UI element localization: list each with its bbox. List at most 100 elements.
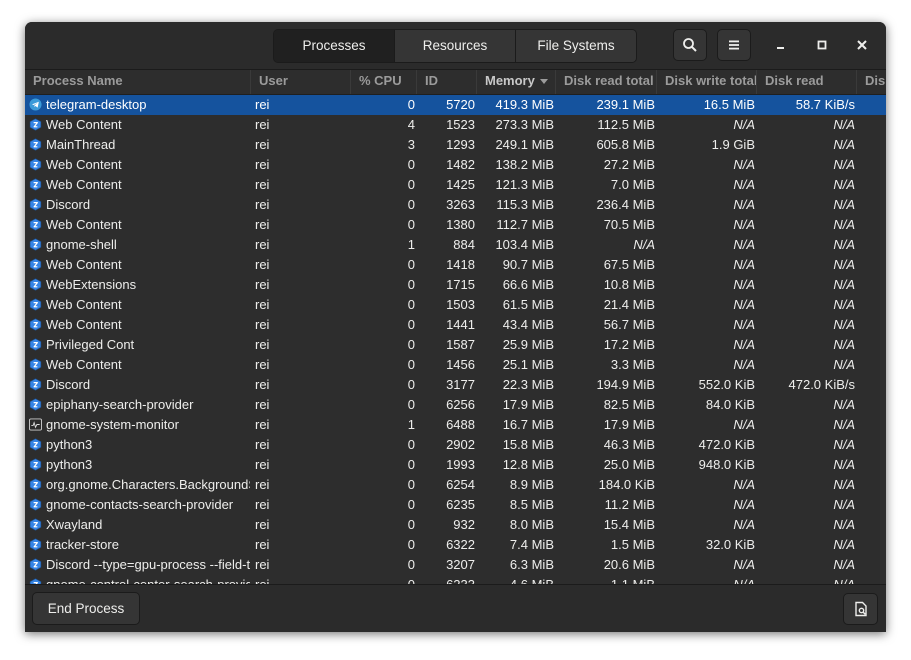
cell-id: 6256	[446, 397, 475, 412]
cell-disk-read: N/A	[833, 237, 855, 252]
cell-id: 2902	[446, 437, 475, 452]
close-button[interactable]	[852, 35, 872, 55]
table-row[interactable]: Discord rei 0 3263 115.3 MiB 236.4 MiB N/A N/A	[25, 195, 886, 215]
minimize-icon	[777, 47, 784, 49]
column-header-id[interactable]: ID	[417, 70, 477, 94]
table-row[interactable]: Xwayland rei 0 932 8.0 MiB 15.4 MiB N/A N/A	[25, 515, 886, 535]
maximize-button[interactable]	[812, 35, 832, 55]
end-process-button[interactable]: End Process	[32, 592, 140, 625]
table-row[interactable]: Discord --type=gpu-process --field-trial…	[25, 555, 886, 575]
cell-memory: 25.9 MiB	[502, 337, 554, 352]
table-row[interactable]: org.gnome.Characters.BackgroundService re…	[25, 475, 886, 495]
maximize-icon	[817, 40, 827, 50]
cell-memory: 61.5 MiB	[502, 297, 554, 312]
column-header-disk-read[interactable]: Disk read	[757, 70, 857, 94]
generic-app-icon	[29, 497, 46, 512]
table-row[interactable]: tracker-store rei 0 6322 7.4 MiB 1.5 MiB 32.0 …	[25, 535, 886, 555]
cell-disk-read-total: N/A	[633, 237, 655, 252]
cell-cpu: 0	[407, 257, 415, 272]
process-name-text: WebExtensions	[46, 277, 137, 292]
table-row[interactable]: Web Content rei 0 1503 61.5 MiB 21.4 MiB N/A N/…	[25, 295, 886, 315]
tab-file-systems[interactable]: File Systems	[516, 30, 636, 62]
cell-process-name: org.gnome.Characters.BackgroundService	[25, 475, 250, 495]
table-row[interactable]: Web Content rei 0 1482 138.2 MiB 27.2 MiB N/A N…	[25, 155, 886, 175]
cell-disk-read: N/A	[833, 437, 855, 452]
cell-user: rei	[255, 277, 270, 292]
process-name-text: Web Content	[46, 357, 122, 372]
cell-disk-write-total: N/A	[733, 177, 755, 192]
sort-descending-icon	[539, 79, 548, 85]
header-bar: Processes Resources File Systems	[25, 22, 886, 70]
table-row[interactable]: Web Content rei 0 1418 90.7 MiB 67.5 MiB N/A N/…	[25, 255, 886, 275]
table-row[interactable]: gnome-control-center-search-providerrei0…	[25, 575, 886, 584]
table-row[interactable]: Web Content rei 0 1441 43.4 MiB 56.7 MiB N/A N/…	[25, 315, 886, 335]
cell-cpu: 1	[407, 417, 415, 432]
cell-user: rei	[255, 117, 270, 132]
table-row[interactable]: Web Content rei 0 1380 112.7 MiB 70.5 MiB N/A N…	[25, 215, 886, 235]
table-row[interactable]: MainThread rei 3 1293 249.1 MiB 605.8 MiB 1.9 …	[25, 135, 886, 155]
cell-memory: 25.1 MiB	[502, 357, 554, 372]
cell-disk-read-total: 1.1 MiB	[556, 575, 657, 584]
cell-id: 3207	[446, 557, 475, 572]
table-row[interactable]: Discord rei 0 3177 22.3 MiB 194.9 MiB 552.0 Ki…	[25, 375, 886, 395]
cell-disk-write-total: N/A	[657, 575, 757, 584]
tab-processes[interactable]: Processes	[274, 30, 395, 62]
column-header-user[interactable]: User	[251, 70, 351, 94]
cell-user: rei	[255, 517, 270, 532]
table-row[interactable]: python3 rei 0 2902 15.8 MiB 46.3 MiB 472.0 KiB…	[25, 435, 886, 455]
column-header-memory[interactable]: Memory	[477, 70, 556, 94]
cell-id: 6254	[446, 477, 475, 492]
cell-cpu: 0	[407, 177, 415, 192]
generic-app-icon	[29, 277, 46, 292]
table-row[interactable]: Web Content rei 0 1456 25.1 MiB 3.3 MiB N/A N/A	[25, 355, 886, 375]
column-header-process-name[interactable]: Process Name	[25, 70, 251, 94]
table-row[interactable]: python3 rei 0 1993 12.8 MiB 25.0 MiB 948.0 KiB…	[25, 455, 886, 475]
process-name-text: Discord	[46, 377, 91, 392]
menu-button[interactable]	[717, 29, 751, 61]
column-header-disk-write-total[interactable]: Disk write total	[657, 70, 757, 94]
table-row[interactable]: Web Content rei 4 1523 273.3 MiB 112.5 MiB N/A…	[25, 115, 886, 135]
cell-disk-read: N/A	[833, 497, 855, 512]
cell-cpu: 1	[407, 237, 415, 252]
generic-app-icon	[29, 357, 46, 372]
cell-disk-read: N/A	[833, 257, 855, 272]
process-name-text: telegram-desktop	[46, 97, 147, 112]
cell-disk-read-total: 25.0 MiB	[603, 457, 655, 472]
cell-process-name: Web Content	[25, 315, 250, 335]
cell-disk-write-total: N/A	[733, 497, 755, 512]
column-header-label: User	[259, 73, 288, 88]
column-header-cpu[interactable]: % CPU	[351, 70, 417, 94]
table-row[interactable]: Web Content rei 0 1425 121.3 MiB 7.0 MiB N/A N/…	[25, 175, 886, 195]
minimize-button[interactable]	[771, 35, 791, 55]
cell-id: 1587	[446, 337, 475, 352]
search-button[interactable]	[673, 29, 707, 61]
column-header-disk-write[interactable]: Dis	[857, 70, 886, 94]
cell-memory: 16.7 MiB	[502, 417, 554, 432]
column-header-disk-read-total[interactable]: Disk read total	[556, 70, 657, 94]
table-row[interactable]: gnome-shell rei 1 884 103.4 MiB N/A N/A N/A	[25, 235, 886, 255]
cell-user: rei	[255, 97, 270, 112]
cell-disk-read-total: 1.5 MiB	[610, 537, 655, 552]
table-row[interactable]: epiphany-search-provider rei 0 6256 17.9 MiB…	[25, 395, 886, 415]
tab-resources[interactable]: Resources	[395, 30, 516, 62]
cell-id: 6235	[446, 497, 475, 512]
generic-app-icon	[29, 477, 46, 492]
generic-app-icon	[29, 177, 46, 192]
cell-cpu: 0	[407, 97, 415, 112]
table-row[interactable]: telegram-desktop rei 0 5720 419.3 MiB 239.1 M…	[25, 95, 886, 115]
cell-disk-write-total: N/A	[733, 317, 755, 332]
process-properties-button[interactable]	[843, 593, 878, 625]
table-row[interactable]: WebExtensions rei 0 1715 66.6 MiB 10.8 MiB N/A…	[25, 275, 886, 295]
process-name-text: Xwayland	[46, 517, 103, 532]
cell-disk-read-total: 67.5 MiB	[603, 257, 655, 272]
table-row[interactable]: gnome-system-monitor rei 1 6488 16.7 MiB 17.9…	[25, 415, 886, 435]
cell-disk-read-total: 10.8 MiB	[603, 277, 655, 292]
cell-process-name: Web Content	[25, 215, 250, 235]
cell-disk-write-total: N/A	[733, 217, 755, 232]
cell-disk-read-total: 17.9 MiB	[603, 417, 655, 432]
cell-memory: 419.3 MiB	[495, 97, 554, 112]
column-header-label: Memory	[485, 73, 535, 88]
cell-process-name: python3	[25, 455, 250, 475]
table-row[interactable]: Privileged Cont rei 0 1587 25.9 MiB 17.2 MiB N…	[25, 335, 886, 355]
table-row[interactable]: gnome-contacts-search-provider rei 0 6235 8.…	[25, 495, 886, 515]
